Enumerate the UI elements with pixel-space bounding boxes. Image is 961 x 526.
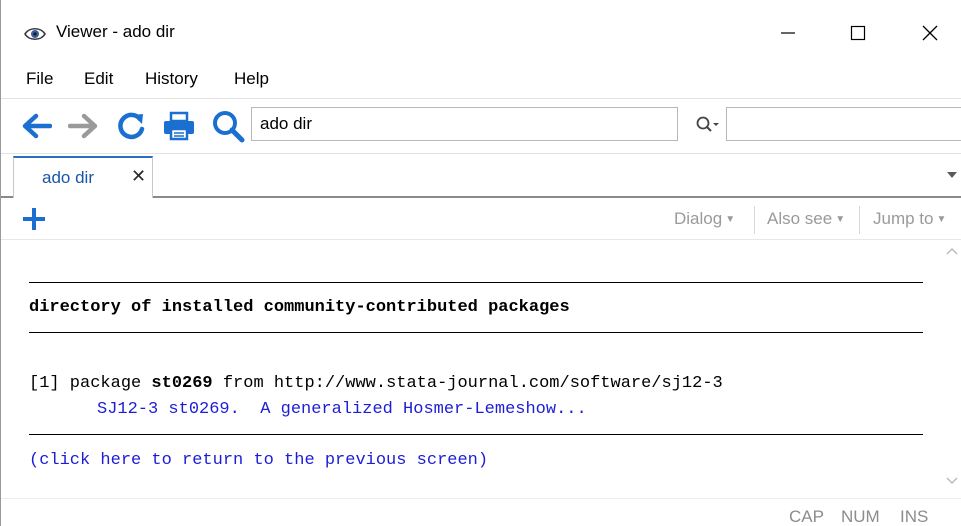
window-title: Viewer - ado dir	[56, 22, 175, 41]
close-icon	[922, 25, 938, 41]
vertical-scrollbar[interactable]	[941, 240, 961, 498]
directory-heading: directory of installed community-contrib…	[29, 298, 570, 317]
return-line: (click here to return to the previous sc…	[29, 451, 488, 470]
refresh-button[interactable]	[114, 109, 148, 143]
also-see-dropdown[interactable]: Also see ▼	[767, 209, 845, 229]
package-description-link[interactable]: SJ12-3 st0269. A generalized Hosmer-Leme…	[97, 400, 587, 419]
refresh-icon	[118, 112, 145, 140]
forward-arrow-icon	[68, 113, 98, 139]
search-button[interactable]	[211, 109, 245, 143]
title-bar: Viewer - ado dir	[1, 0, 961, 66]
return-open-paren: (	[29, 451, 40, 470]
dialog-dropdown[interactable]: Dialog ▼	[674, 209, 735, 229]
print-icon	[164, 111, 194, 141]
tab-strip: ado dir ✕	[1, 154, 961, 198]
status-cap: CAP	[789, 507, 824, 526]
entry-source: from http://www.stata-journal.com/softwa…	[212, 374, 723, 393]
menu-file[interactable]: File	[26, 69, 53, 89]
also-see-label: Also see	[767, 209, 833, 228]
find-input[interactable]	[726, 107, 961, 141]
dialog-label: Dialog	[674, 209, 723, 228]
tab-ado-dir[interactable]: ado dir ✕	[13, 156, 153, 198]
plus-icon[interactable]	[21, 206, 47, 232]
chevron-up-icon[interactable]	[946, 247, 958, 255]
chevron-down-icon: ▼	[936, 214, 947, 225]
menu-edit[interactable]: Edit	[84, 69, 113, 89]
back-arrow-icon	[22, 113, 52, 139]
status-bar: CAP NUM INS	[1, 498, 961, 526]
return-close-paren: )	[477, 451, 489, 470]
maximize-icon	[850, 25, 866, 41]
minimize-icon	[781, 32, 795, 34]
toolbar	[1, 98, 961, 154]
tab-label: ado dir	[42, 168, 94, 187]
menu-history[interactable]: History	[145, 69, 198, 89]
package-name: st0269	[151, 374, 213, 393]
return-link[interactable]: click here to return to the previous scr…	[39, 451, 478, 470]
divider	[29, 434, 923, 435]
viewer-subtoolbar: Dialog ▼ Also see ▼ Jump to ▼	[1, 200, 961, 240]
jump-to-label: Jump to	[873, 209, 934, 228]
tab-close-icon[interactable]: ✕	[131, 166, 146, 187]
menu-help[interactable]: Help	[234, 69, 269, 89]
viewer-content: directory of installed community-contrib…	[13, 240, 941, 498]
maximize-button[interactable]	[835, 16, 881, 50]
close-button[interactable]	[907, 16, 953, 50]
entry-prefix: [1] package	[29, 374, 152, 393]
find-search-icon[interactable]	[695, 114, 721, 136]
divider	[754, 206, 755, 234]
package-entry: [1] package st0269 from http://www.stata…	[29, 374, 723, 393]
minimize-button[interactable]	[765, 16, 811, 50]
viewer-window: Viewer - ado dir File Edit History Help	[0, 0, 961, 526]
chevron-down-icon: ▼	[725, 214, 736, 225]
status-ins: INS	[900, 507, 929, 526]
status-num: NUM	[841, 507, 880, 526]
divider	[29, 332, 923, 333]
print-button[interactable]	[162, 109, 196, 143]
eye-icon	[24, 27, 46, 41]
search-icon	[213, 111, 245, 143]
divider	[29, 282, 923, 283]
divider	[859, 206, 860, 234]
menu-bar: File Edit History Help	[1, 64, 961, 96]
chevron-down-icon: ▼	[835, 214, 846, 225]
jump-to-dropdown[interactable]: Jump to ▼	[873, 209, 946, 229]
chevron-down-icon[interactable]	[946, 477, 958, 485]
tab-list-dropdown-icon[interactable]	[946, 170, 958, 180]
back-button[interactable]	[19, 109, 53, 143]
forward-button[interactable]	[67, 109, 101, 143]
command-input[interactable]	[251, 107, 678, 141]
